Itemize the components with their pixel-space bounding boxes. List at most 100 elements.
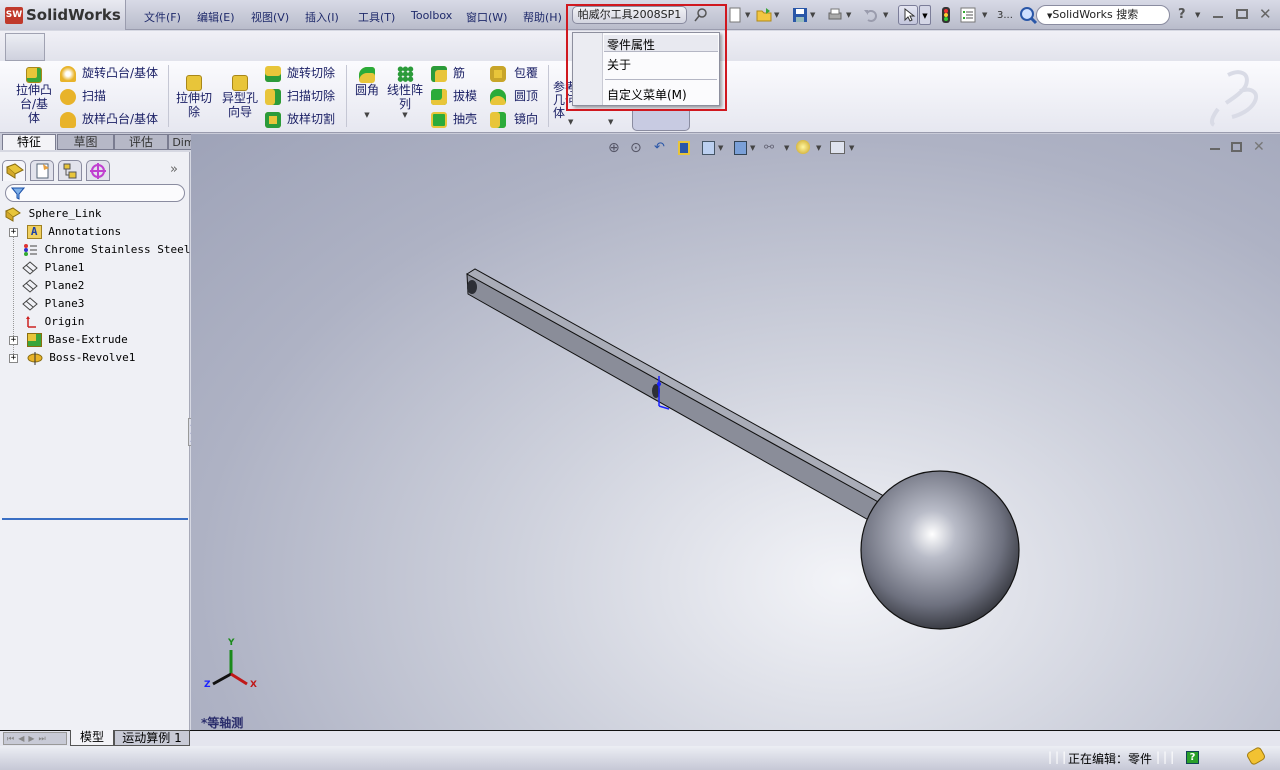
restore-icon[interactable]: [1236, 9, 1248, 19]
fillet-dropdown-icon[interactable]: ▼: [352, 111, 382, 119]
scene-icon[interactable]: [830, 141, 845, 154]
rebuild-traffic-light-icon[interactable]: [938, 7, 954, 23]
appearance-dropdown-icon[interactable]: ▼: [816, 144, 821, 152]
tree-item-plane2[interactable]: Plane2: [22, 277, 84, 295]
tree-root[interactable]: Sphere_Link: [4, 205, 101, 223]
tree-item-boss-revolve[interactable]: + Boss-Revolve1: [9, 349, 135, 367]
options-dropdown-icon[interactable]: ▼: [982, 11, 987, 19]
previous-view-icon[interactable]: ↶: [654, 140, 665, 155]
extrude-cut-button[interactable]: 拉伸切除: [174, 75, 214, 119]
tree-item-origin[interactable]: Origin: [22, 313, 84, 331]
print-icon[interactable]: [827, 7, 843, 23]
tree-filter-input[interactable]: [5, 184, 185, 202]
pattern-dropdown-icon[interactable]: ▼: [386, 111, 424, 119]
help-dropdown-icon[interactable]: ▼: [1195, 11, 1200, 19]
hide-show-items-icon[interactable]: ⚯: [764, 140, 774, 154]
view-orientation-icon[interactable]: [702, 141, 715, 155]
section-view-icon[interactable]: [678, 141, 690, 155]
open-dropdown-icon[interactable]: ▼: [774, 11, 779, 19]
tree-item-base-extrude[interactable]: + Base-Extrude: [9, 331, 128, 349]
toolbar-grip[interactable]: [5, 33, 45, 61]
feature-manager-tab[interactable]: [2, 160, 26, 181]
tab-features[interactable]: 特征: [2, 134, 56, 150]
menu-edit[interactable]: 编辑(E): [197, 9, 235, 25]
menu-help[interactable]: 帮助(H): [523, 9, 562, 25]
plane-icon: [22, 297, 38, 311]
new-dropdown-icon[interactable]: ▼: [745, 11, 750, 19]
select-button[interactable]: [898, 5, 918, 25]
expand-icon[interactable]: +: [9, 353, 18, 363]
menu-insert[interactable]: 插入(I): [305, 9, 339, 25]
flyout-tab[interactable]: [632, 109, 690, 131]
graphics-area[interactable]: Y Z X *等轴测 ✕: [191, 134, 1280, 730]
tag-icon[interactable]: [1245, 745, 1267, 767]
menu-view[interactable]: 视图(V): [251, 9, 289, 25]
appearance-icon[interactable]: [796, 140, 810, 154]
hide-show-dropdown-icon[interactable]: ▼: [784, 144, 789, 152]
sweep-label: 扫描: [82, 89, 107, 103]
app-logo[interactable]: SW SolidWorks: [0, 0, 126, 30]
open-folder-icon[interactable]: [756, 7, 772, 23]
zoom-to-area-icon[interactable]: ⊙: [630, 140, 642, 156]
menu-window[interactable]: 窗口(W): [466, 9, 507, 25]
minimize-icon[interactable]: [1213, 16, 1223, 18]
menu-tools[interactable]: 工具(T): [358, 9, 395, 25]
tree-item-material[interactable]: Chrome Stainless Steel: [22, 241, 190, 259]
hole-wizard-icon: [232, 75, 248, 91]
tab-sketch[interactable]: 草图: [57, 134, 114, 150]
tab-scroll-buttons[interactable]: ⏮◀▶⏭: [3, 732, 67, 745]
save-dropdown-icon[interactable]: ▼: [810, 11, 815, 19]
save-icon[interactable]: [792, 7, 808, 23]
triad-z-label: Z: [204, 680, 211, 690]
viewport-minimize-icon[interactable]: [1210, 148, 1220, 150]
tree-item-plane1[interactable]: Plane1: [22, 259, 84, 277]
display-style-icon[interactable]: [734, 141, 747, 155]
expand-icon[interactable]: +: [9, 335, 18, 345]
undo-icon[interactable]: [863, 7, 879, 23]
select-dropdown-icon[interactable]: ▼: [919, 5, 931, 25]
display-style-dropdown-icon[interactable]: ▼: [750, 144, 755, 152]
viewport-close-icon[interactable]: ✕: [1253, 139, 1265, 155]
fillet-button[interactable]: 圆角 ▼: [352, 67, 382, 119]
curves-dropdown-icon[interactable]: ▼: [608, 118, 613, 126]
rib-icon: [431, 66, 447, 82]
tree-item-annotations[interactable]: + A Annotations: [9, 223, 121, 241]
sphere: [860, 470, 1020, 630]
scene-dropdown-icon[interactable]: ▼: [849, 144, 854, 152]
toolbar-overflow[interactable]: 3...: [997, 10, 1013, 21]
revolve-boss-label: 旋转凸台/基体: [82, 66, 159, 80]
menu-toolbox[interactable]: Toolbox: [411, 9, 452, 22]
ref-geometry-dropdown-icon[interactable]: ▼: [568, 118, 573, 126]
expand-panel-icon[interactable]: »: [170, 162, 178, 177]
extrude-boss-button[interactable]: 拉伸凸台/基体: [14, 67, 54, 125]
expand-icon[interactable]: +: [9, 227, 18, 237]
plane-icon: [22, 279, 38, 293]
zoom-to-fit-icon[interactable]: ⊕: [608, 140, 620, 156]
linear-pattern-icon: ●●● ●●● ●●●: [397, 65, 413, 83]
undo-dropdown-icon[interactable]: ▼: [883, 11, 888, 19]
search-input[interactable]: ▼SolidWorks 搜索: [1036, 5, 1170, 25]
viewport-restore-icon[interactable]: [1231, 142, 1242, 152]
new-document-icon[interactable]: [727, 7, 743, 23]
menu-file[interactable]: 文件(F): [144, 9, 181, 25]
hole-wizard-button[interactable]: 异型孔向导: [220, 75, 260, 119]
plane-icon: [22, 261, 38, 275]
tab-evaluate[interactable]: 评估: [114, 134, 168, 150]
loft-boss-label: 放样凸台/基体: [82, 112, 159, 126]
tree-item-plane3[interactable]: Plane3: [22, 295, 84, 313]
search-icon[interactable]: [1018, 5, 1038, 25]
dimxpert-manager-tab[interactable]: [86, 160, 110, 181]
linear-pattern-button[interactable]: ●●● ●●● ●●● 线性阵列 ▼: [386, 65, 424, 120]
rollback-bar[interactable]: [2, 518, 188, 520]
options-list-icon[interactable]: [960, 7, 976, 23]
tab-motion-study[interactable]: 运动算例 1: [114, 730, 190, 746]
help-button[interactable]: ?: [1178, 7, 1186, 22]
print-dropdown-icon[interactable]: ▼: [846, 11, 851, 19]
quick-tips-icon[interactable]: ?: [1186, 751, 1199, 764]
close-icon[interactable]: ✕: [1259, 5, 1272, 23]
property-manager-tab[interactable]: [30, 160, 54, 181]
draft-label: 拔模: [453, 89, 478, 103]
view-orientation-dropdown-icon[interactable]: ▼: [718, 144, 723, 152]
tab-model[interactable]: 模型: [70, 730, 114, 746]
configuration-manager-tab[interactable]: [58, 160, 82, 181]
